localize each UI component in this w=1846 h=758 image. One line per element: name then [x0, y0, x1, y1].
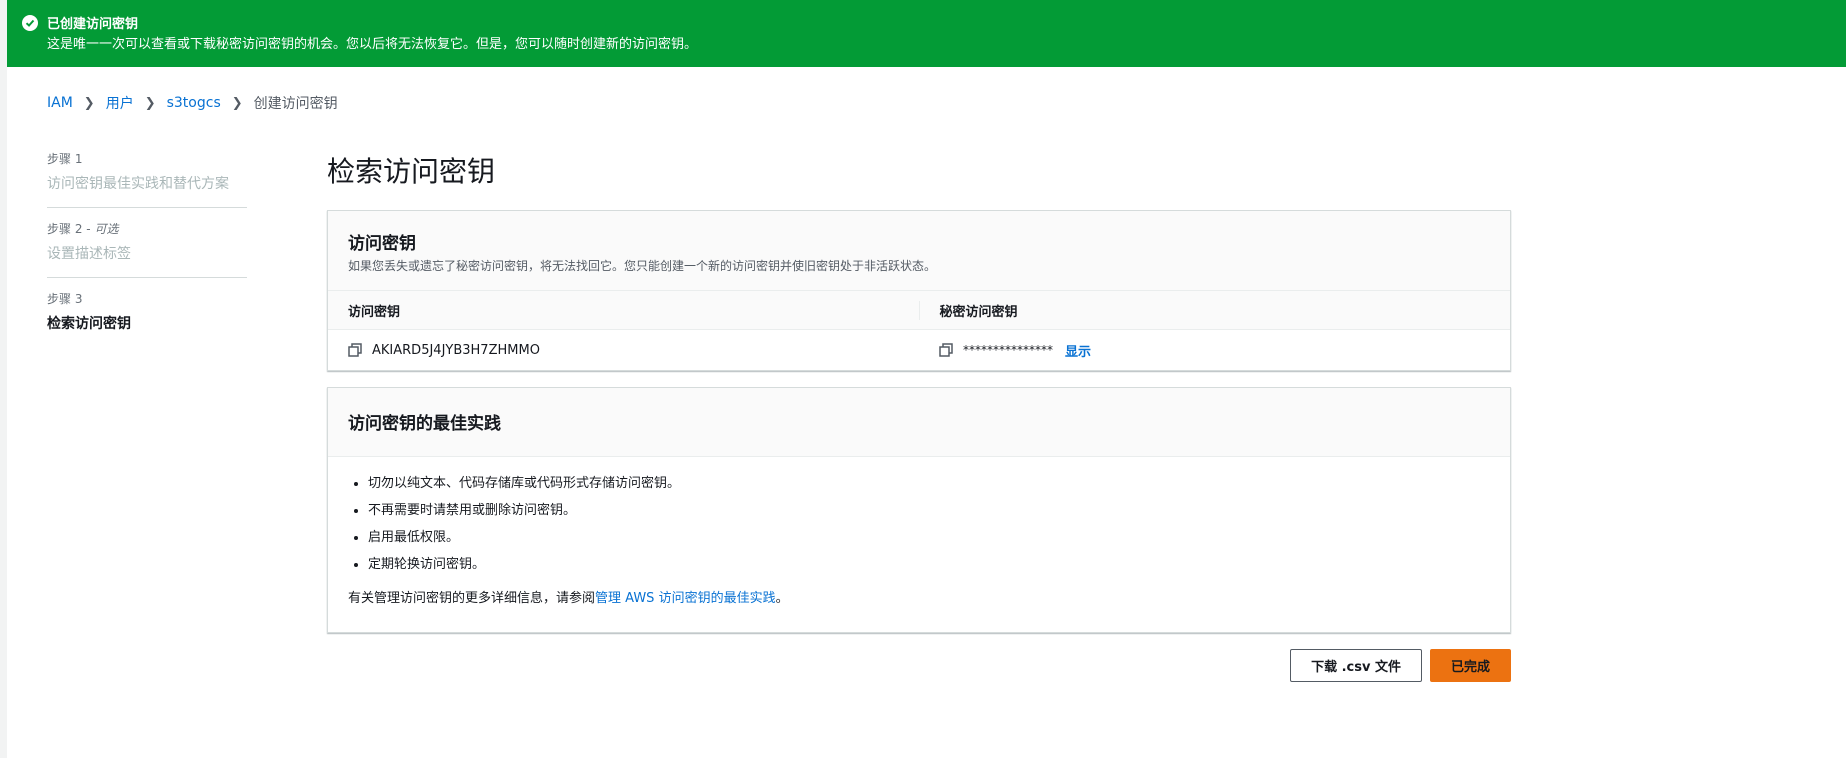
- breadcrumb-iam[interactable]: IAM: [47, 95, 73, 111]
- step-name: 设置描述标签: [47, 246, 131, 262]
- done-button[interactable]: 已完成: [1429, 649, 1511, 682]
- success-flash-banner: 已创建访问密钥 这是唯一一次可以查看或下载秘密访问密钥的机会。您以后将无法恢复它…: [7, 0, 1846, 67]
- step-number: 步骤 2 - 可选: [47, 222, 119, 236]
- copy-icon[interactable]: [939, 343, 953, 357]
- breadcrumb: IAM ❯ 用户 ❯ s3togcs ❯ 创建访问密钥: [47, 93, 338, 113]
- access-key-table-header: 访问密钥 秘密访问密钥: [328, 291, 1510, 330]
- breadcrumb-user-s3togcs[interactable]: s3togcs: [167, 95, 221, 111]
- list-item: 切勿以纯文本、代码存储库或代码形式存储访问密钥。: [368, 475, 1490, 492]
- wizard-step-3: 步骤 3 检索访问密钥: [47, 290, 247, 347]
- best-practices-doc-link[interactable]: 管理 AWS 访问密钥的最佳实践: [595, 591, 776, 606]
- copy-icon[interactable]: [348, 343, 362, 357]
- step-number: 步骤 1: [47, 152, 83, 166]
- best-practices-body: 切勿以纯文本、代码存储库或代码形式存储访问密钥。 不再需要时请禁用或删除访问密钥…: [328, 457, 1510, 632]
- check-circle-icon: [22, 15, 38, 31]
- best-practices-list: 切勿以纯文本、代码存储库或代码形式存储访问密钥。 不再需要时请禁用或删除访问密钥…: [348, 475, 1490, 573]
- access-key-table-row: AKIARD5J4JYB3H7ZHMMO *************** 显示: [328, 330, 1510, 370]
- access-key-cell: AKIARD5J4JYB3H7ZHMMO: [328, 343, 919, 358]
- flash-title: 已创建访问密钥: [47, 17, 139, 32]
- wizard-step-1: 步骤 1 访问密钥最佳实践和替代方案: [47, 150, 247, 208]
- breadcrumb-current: 创建访问密钥: [253, 96, 338, 112]
- chevron-right-icon: ❯: [144, 95, 156, 111]
- show-secret-link[interactable]: 显示: [1065, 341, 1091, 360]
- page-title: 检索访问密钥: [327, 155, 496, 188]
- access-key-card-description: 如果您丢失或遗忘了秘密访问密钥，将无法找回它。您只能创建一个新的访问密钥并使旧密…: [348, 259, 937, 273]
- step-number: 步骤 3: [47, 292, 83, 306]
- secret-key-masked: ***************: [963, 343, 1053, 357]
- access-key-value: AKIARD5J4JYB3H7ZHMMO: [372, 342, 540, 358]
- step-name: 访问密钥最佳实践和替代方案: [47, 176, 229, 192]
- chevron-right-icon: ❯: [83, 95, 95, 111]
- access-key-card: 访问密钥 如果您丢失或遗忘了秘密访问密钥，将无法找回它。您只能创建一个新的访问密…: [327, 210, 1511, 371]
- list-item: 不再需要时请禁用或删除访问密钥。: [368, 502, 1490, 519]
- list-item: 启用最低权限。: [368, 529, 1490, 546]
- breadcrumb-users[interactable]: 用户: [106, 93, 134, 113]
- chevron-right-icon: ❯: [231, 95, 243, 111]
- main-content: 检索访问密钥 访问密钥 如果您丢失或遗忘了秘密访问密钥，将无法找回它。您只能创建…: [327, 150, 1511, 682]
- wizard-step-2: 步骤 2 - 可选 设置描述标签: [47, 220, 247, 278]
- wizard-steps: 步骤 1 访问密钥最佳实践和替代方案 步骤 2 - 可选 设置描述标签 步骤 3…: [47, 150, 247, 359]
- best-practices-card: 访问密钥的最佳实践 切勿以纯文本、代码存储库或代码形式存储访问密钥。 不再需要时…: [327, 387, 1511, 633]
- list-item: 定期轮换访问密钥。: [368, 556, 1490, 573]
- access-key-card-header: 访问密钥 如果您丢失或遗忘了秘密访问密钥，将无法找回它。您只能创建一个新的访问密…: [328, 211, 1510, 291]
- secret-key-cell: *************** 显示: [919, 341, 1510, 360]
- column-header-access-key: 访问密钥: [328, 300, 920, 320]
- step-name-current: 检索访问密钥: [47, 316, 131, 332]
- action-bar: 下载 .csv 文件 已完成: [327, 649, 1511, 682]
- flash-message: 这是唯一一次可以查看或下载秘密访问密钥的机会。您以后将无法恢复它。但是，您可以随…: [47, 37, 698, 52]
- download-csv-button[interactable]: 下载 .csv 文件: [1290, 649, 1422, 682]
- best-practices-title: 访问密钥的最佳实践: [328, 388, 1510, 457]
- more-info-text: 有关管理访问密钥的更多详细信息，请参阅管理 AWS 访问密钥的最佳实践。: [348, 591, 789, 606]
- access-key-card-title: 访问密钥: [348, 234, 416, 254]
- column-header-secret-key: 秘密访问密钥: [939, 304, 1018, 320]
